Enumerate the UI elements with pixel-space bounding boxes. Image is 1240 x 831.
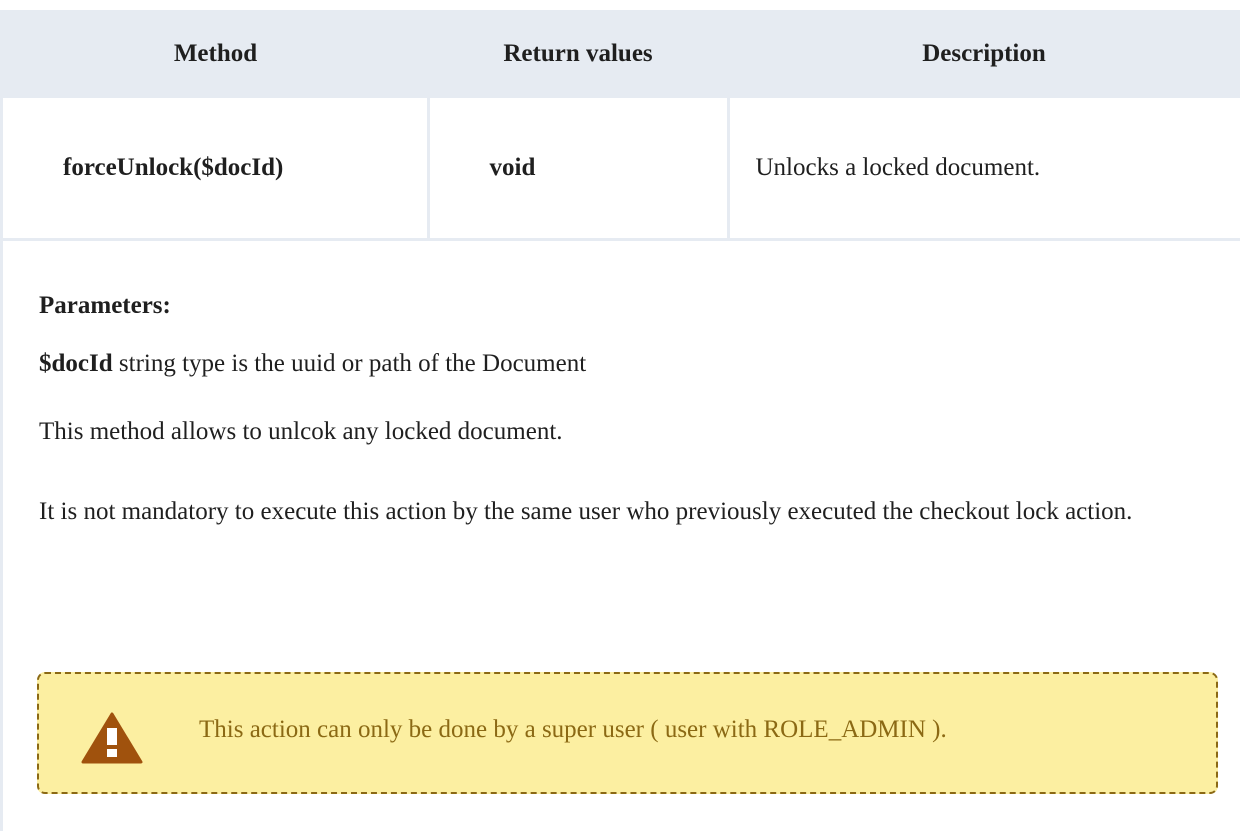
header-return-values: Return values <box>428 10 728 98</box>
parameter-name: $docId <box>39 350 113 377</box>
paragraph-note: It is not mandatory to execute this acti… <box>39 498 1133 525</box>
table-header-row: Method Return values Description <box>3 10 1240 98</box>
parameters-title: Parameters: <box>39 292 171 319</box>
table-row: forceUnlock($docId) void Unlocks a locke… <box>3 98 1240 241</box>
parameter-description: string type is the uuid or path of the D… <box>118 350 587 377</box>
parameter-line: $docId string type is the uuid or path o… <box>39 350 586 378</box>
method-signature: forceUnlock($docId) <box>3 98 428 241</box>
doc-page: Method Return values Description forceUn… <box>0 0 1240 831</box>
method-table: Method Return values Description forceUn… <box>3 10 1240 241</box>
method-description: Unlocks a locked document. <box>726 98 1240 241</box>
paragraph-intro: This method allows to unlcok any locked … <box>39 418 563 445</box>
header-method: Method <box>3 10 428 98</box>
warning-triangle-icon <box>81 712 143 764</box>
return-value: void <box>426 98 728 241</box>
header-description: Description <box>728 10 1240 98</box>
warning-callout: This action can only be done by a super … <box>37 672 1218 794</box>
warning-text: This action can only be done by a super … <box>199 716 947 743</box>
